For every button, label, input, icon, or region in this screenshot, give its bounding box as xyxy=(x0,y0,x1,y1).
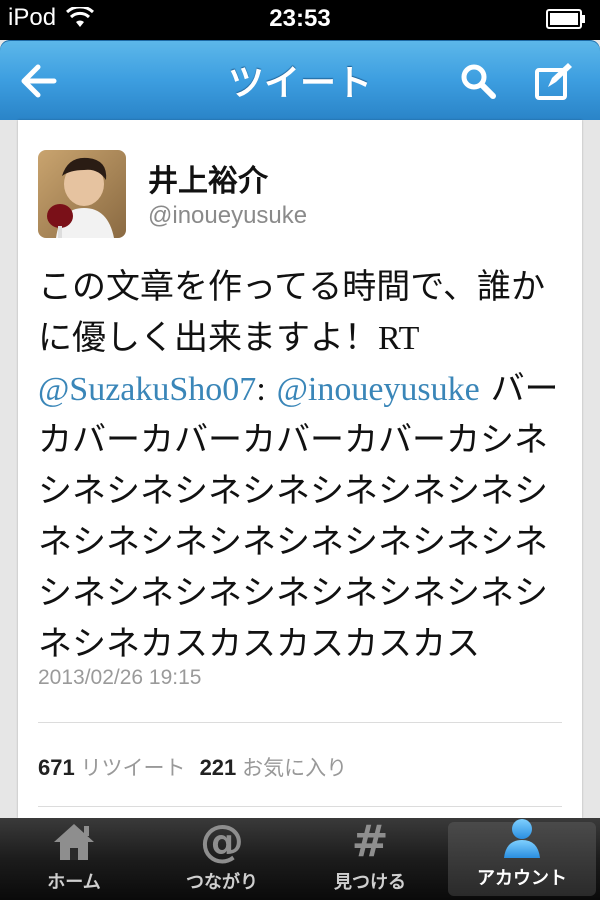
compose-button[interactable] xyxy=(530,58,578,104)
favorite-stat[interactable]: 221 お気に入り xyxy=(200,752,348,782)
battery-icon xyxy=(546,9,585,29)
rt-label: RT xyxy=(378,320,420,357)
divider xyxy=(38,806,562,807)
tab-label: ホーム xyxy=(47,872,101,893)
compose-icon xyxy=(535,63,572,100)
tab-connect[interactable]: @ つながり xyxy=(148,818,296,900)
status-bar: iPod 23:53 xyxy=(0,0,600,40)
tweet-text-main: この文章を作ってる時間で、誰かに優しく出来ますよ！ xyxy=(38,267,545,358)
navigation-bar: ツイート xyxy=(0,40,600,120)
person-icon xyxy=(497,816,547,860)
tab-bar: ホーム @ つながり # 見つける アカウント xyxy=(0,818,600,900)
avatar-image xyxy=(38,150,126,238)
avatar[interactable] xyxy=(38,150,126,238)
tweet-card: 井上裕介 @inoueyusuke この文章を作ってる時間で、誰かに優しく出来ま… xyxy=(18,120,582,818)
page-title: ツイート xyxy=(227,63,372,104)
divider xyxy=(38,722,562,723)
author-name[interactable]: 井上裕介 xyxy=(148,156,268,200)
tab-label: アカウント xyxy=(477,868,567,889)
tweet-timestamp: 2013/02/26 19:15 xyxy=(38,666,202,689)
tab-label: つながり xyxy=(186,872,258,893)
favorite-label: お気に入り xyxy=(242,757,348,780)
clock: 23:53 xyxy=(269,5,331,32)
retweet-stat[interactable]: 671 リツイート xyxy=(38,752,186,782)
tab-label: 見つける xyxy=(334,872,406,893)
author-handle[interactable]: @inoueyusuke xyxy=(148,202,307,230)
at-icon: @ xyxy=(200,816,244,867)
tweet-text-rest: バーカバーカバーカバーカバーカシネシネシネシネシネシネシネシネシネシネシネシネシ… xyxy=(38,369,559,664)
tweet-detail-view: 井上裕介 @inoueyusuke この文章を作ってる時間で、誰かに優しく出来ま… xyxy=(0,120,600,818)
tweet-text: この文章を作ってる時間で、誰かに優しく出来ますよ！RT @SuzakuSho07… xyxy=(38,262,566,670)
mention-link[interactable]: @inoueyusuke xyxy=(277,371,480,408)
hash-icon: # xyxy=(351,816,389,867)
tab-account[interactable]: アカウント xyxy=(448,819,596,896)
mention-colon: : xyxy=(256,371,266,408)
retweet-label: リツイート xyxy=(80,757,186,780)
search-icon xyxy=(461,64,496,99)
tab-discover[interactable]: # 見つける xyxy=(296,818,444,900)
favorite-count: 221 xyxy=(199,755,237,780)
home-icon xyxy=(49,820,99,864)
tweet-stats: 671 リツイート 221 お気に入り xyxy=(38,752,347,782)
search-button[interactable] xyxy=(454,58,502,104)
tab-home[interactable]: ホーム xyxy=(0,818,148,900)
retweet-count: 671 xyxy=(38,755,75,780)
mention-link[interactable]: @SuzakuSho07 xyxy=(38,371,256,408)
